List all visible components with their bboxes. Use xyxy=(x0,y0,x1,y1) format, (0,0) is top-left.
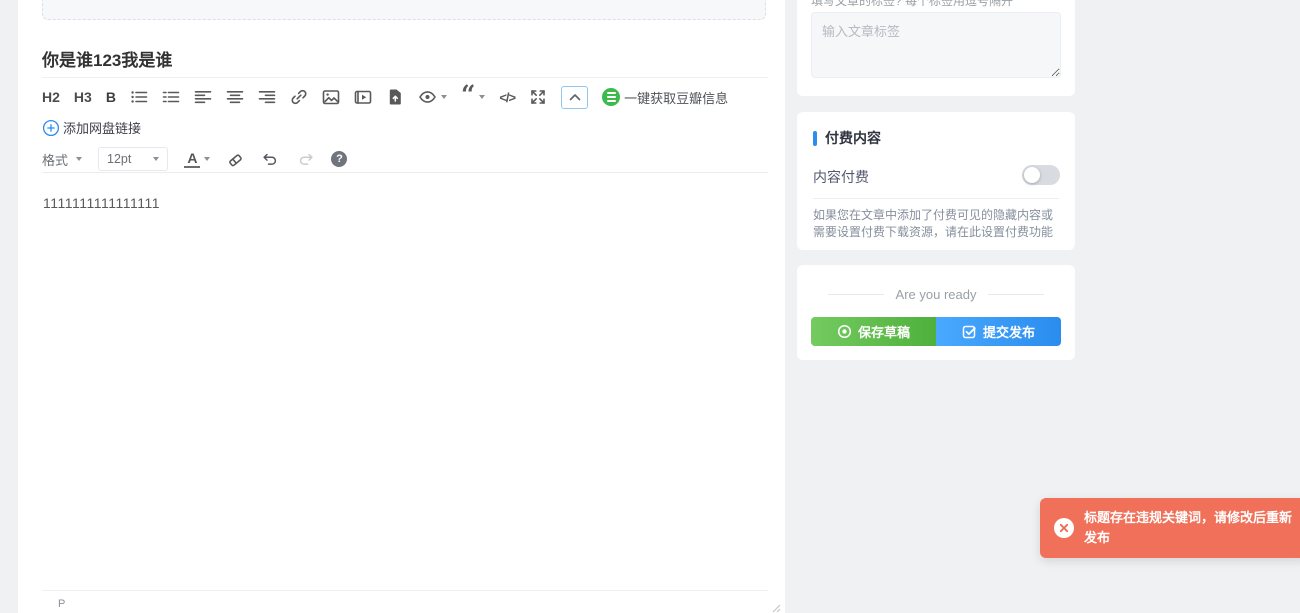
chevron-down-icon xyxy=(479,95,485,99)
heading2-button[interactable]: H2 xyxy=(42,86,60,108)
paid-card-title: 付费内容 xyxy=(825,128,881,148)
help-button[interactable]: ? xyxy=(331,151,347,167)
heading3-button[interactable]: H3 xyxy=(74,86,92,108)
quote-icon: “ xyxy=(461,91,475,103)
fullscreen-button[interactable] xyxy=(529,86,547,108)
divider-line xyxy=(828,294,884,295)
save-draft-label: 保存草稿 xyxy=(858,322,910,341)
publish-actions: 保存草稿 提交发布 xyxy=(811,317,1061,346)
toolbar-divider xyxy=(42,172,768,173)
chevron-up-icon xyxy=(570,95,579,100)
error-toast: 标题存在违规关键词，请修改后重新发布 xyxy=(1040,498,1300,558)
editor-panel: 你是谁123我是谁 H2 H3 B “ </> 一键获取豆瓣信 xyxy=(18,0,785,613)
text-color-label: A xyxy=(184,150,200,168)
clear-format-button[interactable] xyxy=(226,148,245,170)
error-toast-message: 标题存在违规关键词，请修改后重新发布 xyxy=(1084,508,1296,548)
chevron-down-icon xyxy=(76,157,82,161)
paid-content-card: 付费内容 内容付费 如果您在文章中添加了付费可见的隐藏内容或需要设置付费下载资源… xyxy=(797,112,1075,250)
tags-input[interactable] xyxy=(811,12,1061,78)
toggle-knob xyxy=(1024,167,1040,183)
chevron-down-icon xyxy=(204,157,210,161)
insert-link-button[interactable] xyxy=(290,86,308,108)
chevron-down-icon xyxy=(153,157,159,161)
align-center-button[interactable] xyxy=(226,86,244,108)
element-path: P xyxy=(58,598,65,610)
fetch-douban-button[interactable]: 一键获取豆瓣信息 xyxy=(602,88,728,107)
font-size-label: 12pt xyxy=(107,152,131,166)
preview-hide-dropdown[interactable] xyxy=(418,86,447,108)
redo-button[interactable] xyxy=(296,148,315,170)
add-netdisk-label: 添加网盘链接 xyxy=(63,118,141,137)
collapse-toolbar-button[interactable] xyxy=(561,86,588,109)
title-divider xyxy=(42,77,768,78)
content-paid-label: 内容付费 xyxy=(813,167,869,187)
douban-icon xyxy=(602,88,620,106)
page: 你是谁123我是谁 H2 H3 B “ </> 一键获取豆瓣信 xyxy=(0,0,1300,613)
submit-publish-label: 提交发布 xyxy=(983,322,1035,341)
bullet-list-button[interactable] xyxy=(130,86,148,108)
cover-upload-area[interactable] xyxy=(42,0,766,20)
add-netdisk-link[interactable]: 添加网盘链接 xyxy=(42,118,141,137)
fetch-douban-label: 一键获取豆瓣信息 xyxy=(624,88,728,107)
editor-resize-handle[interactable] xyxy=(770,600,781,613)
blockquote-dropdown[interactable]: “ xyxy=(461,86,485,108)
ready-divider: Are you ready xyxy=(797,287,1075,302)
align-right-button[interactable] xyxy=(258,86,276,108)
paid-card-description: 如果您在文章中添加了付费可见的隐藏内容或需要设置付费下载资源，请在此设置付费功能 xyxy=(813,207,1062,241)
save-draft-button[interactable]: 保存草稿 xyxy=(811,317,936,346)
insert-image-button[interactable] xyxy=(322,86,340,108)
editor-toolbar-primary: H2 H3 B “ </> 一键获取豆瓣信息 xyxy=(42,84,782,110)
upload-file-button[interactable] xyxy=(386,86,404,108)
article-title[interactable]: 你是谁123我是谁 xyxy=(42,46,172,71)
editor-content[interactable]: 1111111111111111 xyxy=(43,195,160,211)
ready-text: Are you ready xyxy=(896,287,977,302)
align-left-button[interactable] xyxy=(194,86,212,108)
error-circle-icon xyxy=(1054,518,1074,538)
text-color-dropdown[interactable]: A xyxy=(184,150,210,168)
font-size-dropdown[interactable]: 12pt xyxy=(98,147,168,171)
paragraph-format-label: 格式 xyxy=(42,150,68,169)
submit-publish-icon xyxy=(962,324,977,339)
save-draft-icon xyxy=(837,324,852,339)
content-paid-toggle[interactable] xyxy=(1022,165,1060,185)
tags-card: 填写文章的标签? 每个标签用逗号隔开 xyxy=(797,0,1075,96)
statusbar-divider xyxy=(42,590,768,591)
editor-toolbar-format: 格式 12pt A ? xyxy=(42,145,347,173)
publish-card: Are you ready 保存草稿 提交发布 xyxy=(797,265,1075,360)
tags-hint: 填写文章的标签? 每个标签用逗号隔开 xyxy=(811,0,1013,9)
accent-bar-icon xyxy=(813,131,817,146)
paragraph-format-dropdown[interactable]: 格式 xyxy=(42,150,82,169)
insert-video-button[interactable] xyxy=(354,86,372,108)
paid-card-divider xyxy=(813,198,1059,199)
paid-card-header: 付费内容 xyxy=(813,128,881,148)
divider-line xyxy=(988,294,1044,295)
plus-circle-icon xyxy=(42,119,60,137)
undo-button[interactable] xyxy=(261,148,280,170)
submit-publish-button[interactable]: 提交发布 xyxy=(936,317,1061,346)
bold-button[interactable]: B xyxy=(106,86,116,108)
ordered-list-button[interactable] xyxy=(162,86,180,108)
code-button[interactable]: </> xyxy=(499,86,515,108)
chevron-down-icon xyxy=(441,95,447,99)
